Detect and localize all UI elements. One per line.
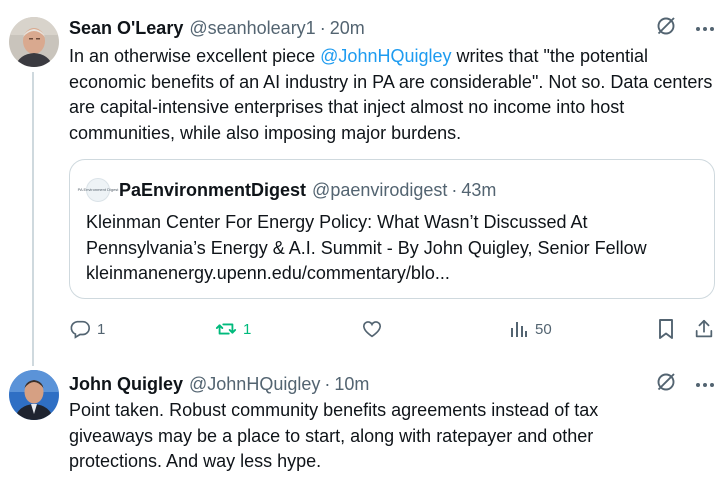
retweet-button[interactable]: 1 — [215, 316, 251, 342]
author-name[interactable]: Sean O'Leary — [69, 18, 183, 39]
tweet-header-actions — [655, 372, 715, 396]
timestamp[interactable]: 10m — [334, 374, 369, 395]
tweet-header: John Quigley @JohnHQuigley · 10m — [69, 372, 369, 396]
quoted-avatar: PA Environment Digest — [78, 178, 118, 202]
quoted-tweet[interactable]: PA Environment Digest PaEnvironmentDiges… — [69, 159, 715, 299]
quoted-tweet-text: Kleinman Center For Energy Policy: What … — [86, 210, 702, 287]
tweet-header: Sean O'Leary @seanholeary1 · 20m — [69, 16, 365, 40]
tweet-text: In an otherwise excellent piece @JohnHQu… — [69, 44, 719, 146]
tweet-text: Point taken. Robust community benefits a… — [69, 400, 599, 471]
mention-link[interactable]: @JohnHQuigley — [320, 46, 451, 66]
author-name[interactable]: John Quigley — [69, 374, 183, 395]
quoted-avatar-logo-text: PA Environment Digest — [77, 187, 119, 192]
more-options-icon[interactable] — [695, 375, 715, 393]
quoted-link: kleinmanenergy.upenn.edu/commentary/blo.… — [86, 263, 450, 283]
tweet-john-quigley[interactable]: John Quigley @JohnHQuigley · 10m Point t… — [0, 360, 727, 487]
retweet-icon — [215, 318, 237, 340]
quoted-text-line: Kleinman Center For Energy Policy: What … — [86, 212, 588, 232]
share-button[interactable] — [693, 316, 715, 342]
reply-button[interactable]: 1 — [69, 316, 105, 342]
tweet-action-bar: 1 1 50 — [69, 316, 719, 342]
tweet-text-part: In an otherwise excellent piece — [69, 46, 321, 66]
views-button[interactable]: 50 — [509, 316, 552, 342]
more-options-icon[interactable] — [695, 19, 715, 37]
quoted-author-handle: @paenvirodigest — [312, 179, 448, 200]
share-icon — [693, 318, 715, 340]
tweet-text-part: writes that "the potential — [451, 46, 649, 66]
bookmark-icon — [656, 318, 676, 340]
author-handle[interactable]: @JohnHQuigley — [189, 374, 320, 395]
views-chart-icon — [509, 319, 529, 339]
reply-count: 1 — [97, 320, 106, 338]
quoted-tweet-header: PA Environment Digest PaEnvironmentDiges… — [78, 178, 497, 202]
author-handle[interactable]: @seanholeary1 — [189, 18, 315, 39]
bookmark-button[interactable] — [656, 316, 676, 342]
grok-icon[interactable] — [655, 15, 677, 42]
avatar[interactable] — [9, 370, 59, 420]
like-button[interactable] — [361, 316, 383, 342]
grok-icon[interactable] — [655, 371, 677, 398]
retweet-count: 1 — [243, 320, 252, 338]
avatar[interactable] — [9, 17, 59, 67]
view-count: 50 — [535, 320, 552, 338]
heart-icon — [361, 318, 383, 340]
reply-icon — [69, 318, 91, 340]
separator-dot: · — [324, 373, 331, 394]
timestamp[interactable]: 20m — [330, 18, 365, 39]
separator-dot: · — [319, 17, 326, 38]
separator-dot: · — [451, 179, 458, 200]
tweet-text-part: economic benefits of an AI industry in P… — [69, 71, 713, 143]
quoted-timestamp: 43m — [461, 179, 497, 200]
quoted-text-line: Pennsylvania’s Energy & A.I. Summit - By… — [86, 237, 647, 258]
tweet-sean-oleary[interactable]: Sean O'Leary @seanholeary1 · 20m In an o… — [0, 0, 727, 350]
quoted-author-name: PaEnvironmentDigest — [119, 179, 307, 200]
tweet-header-actions — [655, 16, 715, 40]
